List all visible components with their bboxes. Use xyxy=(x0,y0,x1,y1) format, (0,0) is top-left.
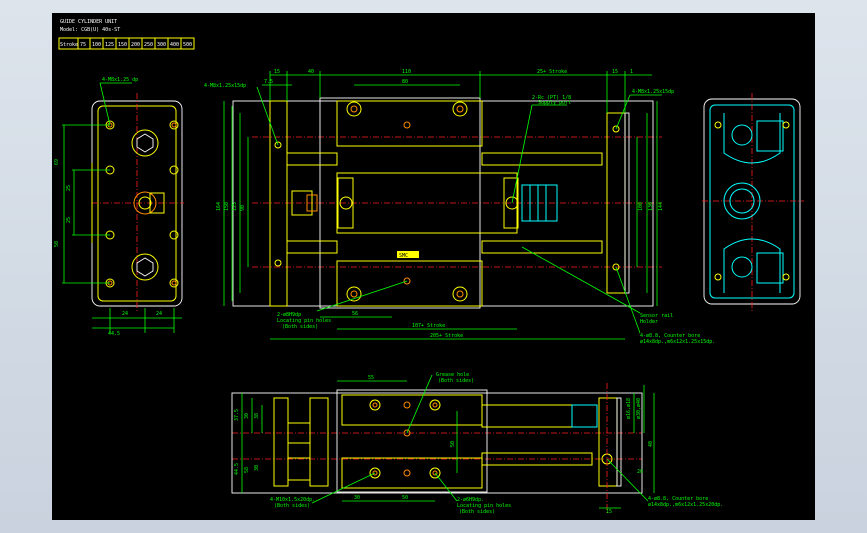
stroke-table-label: Stroke xyxy=(60,42,78,48)
note-counter-bore-sub: ø14x8dp.,m6x12x1.25x15dp. xyxy=(640,339,715,345)
smc-plate: SMC xyxy=(399,253,408,259)
right-end-view xyxy=(702,93,804,313)
dim-80: 80 xyxy=(402,79,408,85)
stroke-cell: 75 xyxy=(80,42,86,48)
note-side-bore-sub: ø14x8dp.,m6x12x1.25x20dp. xyxy=(648,502,723,508)
dim-125: 125 xyxy=(232,202,238,211)
note-grease-sub: (Both sides) xyxy=(438,378,474,384)
title-line-2: Model: CGB(U) 40s-ST xyxy=(60,27,120,33)
dim-30c: 30 xyxy=(354,495,360,501)
note-bottom-tap-sub: (Both sides) xyxy=(274,503,310,509)
stroke-cell: 150 xyxy=(118,42,127,48)
stroke-cell: 400 xyxy=(170,42,179,48)
note-bottom-pin-sub2: (Both sides) xyxy=(459,509,495,515)
dim-30: 30 xyxy=(244,413,250,419)
dim-15c: 15 xyxy=(606,509,612,515)
dim-rod2: ø30,ø40 xyxy=(636,398,642,419)
stroke-cell: 100 xyxy=(92,42,101,48)
stroke-cell: 500 xyxy=(183,42,192,48)
dim-15b: 15 xyxy=(612,69,618,75)
bottom-side-view: 55 37.5 30 38 44.5 58 30 50 30 50 ø16,ø1… xyxy=(231,372,723,515)
dim-24b: 24 xyxy=(156,311,162,317)
dim-15: 15 xyxy=(274,69,280,75)
dim-30b: 30 xyxy=(254,465,260,471)
dim-144: 144 xyxy=(658,202,664,211)
note-locating-pin-sub2: (Both sides) xyxy=(282,324,318,330)
dim-rod: ø16,ø18 xyxy=(626,398,632,419)
dim-44-5b: 44.5 xyxy=(234,463,240,475)
dim-37-5: 37.5 xyxy=(234,409,240,421)
dim-130: 130 xyxy=(648,202,654,211)
title-block: GUIDE CYLINDER UNIT Model: CGB(U) 40s-ST… xyxy=(58,19,195,50)
dim-20: 20 xyxy=(637,469,643,475)
dim-40: 40 xyxy=(308,69,314,75)
dim-69: 69 xyxy=(54,159,60,165)
dim-50b: 50 xyxy=(450,441,456,447)
title-line-1: GUIDE CYLINDER UNIT xyxy=(60,19,117,25)
dim-25-stroke: 25+ Stroke xyxy=(537,69,567,75)
dim-25: 25 xyxy=(66,185,72,191)
note-right-tap: 4-M8x1.25x15dp xyxy=(632,89,674,95)
dim-205-stroke: 205+ Stroke xyxy=(430,333,463,339)
dim-110: 110 xyxy=(402,69,411,75)
dim-25b: 25 xyxy=(66,217,72,223)
note-top-tap: 4-M8x1.25x15dp xyxy=(204,83,246,89)
dim-55: 55 xyxy=(368,375,374,381)
dim-50: 50 xyxy=(54,241,60,247)
note-sensor-sub: Holder xyxy=(640,319,658,325)
stroke-cell: 200 xyxy=(131,42,140,48)
left-end-view: 69 25 25 50 24 24 44.5 4-M8x1.25 dp xyxy=(54,77,184,337)
window-frame: GUIDE CYLINDER UNIT Model: CGB(U) 40s-ST… xyxy=(0,0,867,533)
dim-100: 100 xyxy=(638,202,644,211)
dim-44-5: 44.5 xyxy=(108,331,120,337)
dim-38: 38 xyxy=(254,413,260,419)
dim-40b: 40 xyxy=(648,441,654,447)
dim-90: 90 xyxy=(240,205,246,211)
stroke-cell: 300 xyxy=(157,42,166,48)
cad-drawing-canvas: GUIDE CYLINDER UNIT Model: CGB(U) 40s-ST… xyxy=(52,13,815,520)
note-front-holes: 4-M8x1.25 dp xyxy=(102,77,138,83)
dim-50c: 50 xyxy=(402,495,408,501)
dim-58: 58 xyxy=(244,467,250,473)
dim-107-stroke: 107+ Stroke xyxy=(412,323,445,329)
stroke-cell: 125 xyxy=(105,42,114,48)
cad-drawing: GUIDE CYLINDER UNIT Model: CGB(U) 40s-ST… xyxy=(54,19,804,515)
note-port-sub: Supply port xyxy=(538,100,571,106)
dim-1: 1 xyxy=(630,69,633,75)
dim-7-5: 7.5 xyxy=(264,79,273,85)
main-top-view: SMC 15 40 110 25+ Stroke 15 1 7.5 80 164… xyxy=(204,69,715,345)
dim-164: 164 xyxy=(216,202,222,211)
dim-24: 24 xyxy=(122,311,128,317)
stroke-cell: 250 xyxy=(144,42,153,48)
dim-150: 150 xyxy=(224,202,230,211)
dim-56: 56 xyxy=(352,311,358,317)
